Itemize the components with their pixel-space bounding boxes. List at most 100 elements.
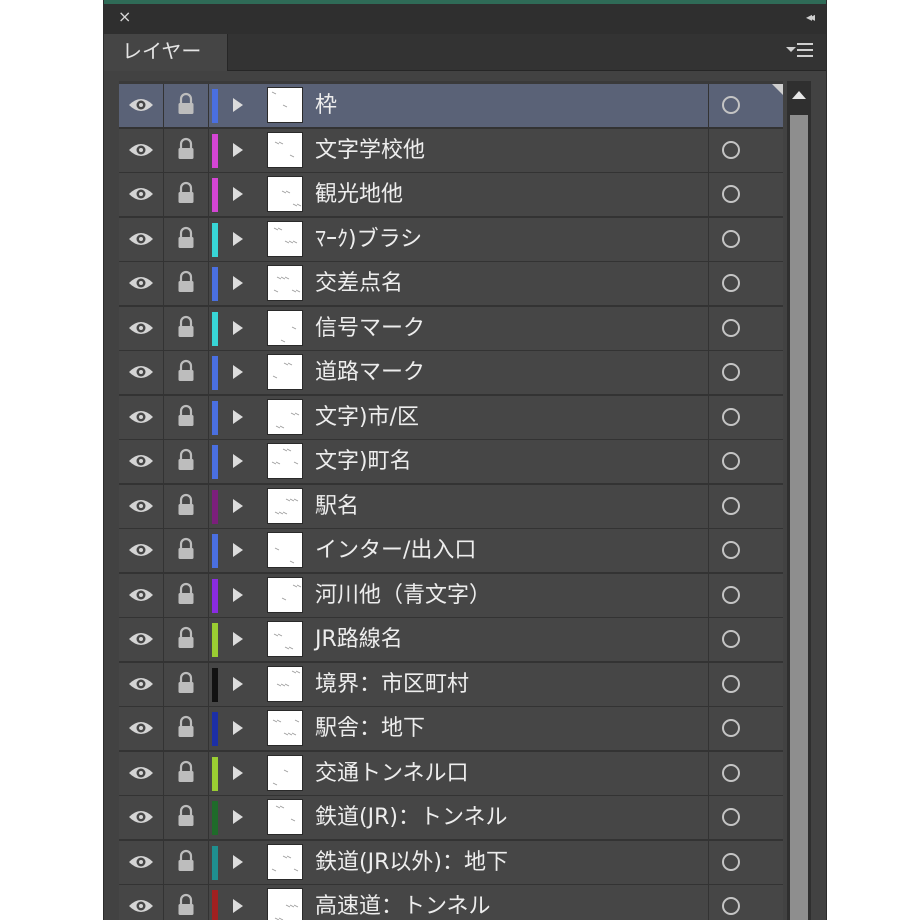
layer-name[interactable]: 駅名 [315,485,359,528]
layer-name[interactable]: 境界：市区町村 [315,663,469,706]
target-circle-icon[interactable] [722,719,740,737]
layer-name[interactable]: 鉄道(JR以外)：地下 [315,841,508,884]
disclosure-triangle-icon[interactable] [233,543,243,557]
target-circle-icon[interactable] [722,229,740,248]
layer-row[interactable]: 文字)町名 [119,440,783,485]
disclosure-triangle-icon[interactable] [233,231,243,246]
layer-row[interactable]: 駅名 [119,484,783,530]
lock-icon[interactable] [164,484,209,528]
eye-icon[interactable] [119,618,164,661]
eye-icon[interactable] [119,173,164,216]
layer-name[interactable]: JR路線名 [315,618,403,661]
disclosure-triangle-icon[interactable] [233,721,243,735]
eye-icon[interactable] [119,796,164,839]
target-circle-icon[interactable] [722,185,740,203]
layer-name[interactable]: 河川他（青文字） [315,574,491,617]
target-circle-icon[interactable] [722,496,740,515]
target-circle-icon[interactable] [722,763,740,782]
disclosure-triangle-icon[interactable] [233,454,243,468]
lock-icon[interactable] [164,84,209,127]
disclosure-triangle-icon[interactable] [233,899,243,913]
layer-name[interactable]: 観光地他 [315,173,403,216]
target-circle-icon[interactable] [722,897,740,915]
disclosure-triangle-icon[interactable] [233,320,243,335]
lock-icon[interactable] [164,173,209,216]
lock-icon[interactable] [164,217,209,261]
layer-name[interactable]: 信号マーク [315,307,425,350]
eye-icon[interactable] [119,395,164,439]
layer-row[interactable]: 文字)市/区 [119,395,783,441]
lock-icon[interactable] [164,573,209,617]
target-circle-icon[interactable] [722,140,740,159]
disclosure-triangle-icon[interactable] [233,409,243,424]
disclosure-triangle-icon[interactable] [233,810,243,824]
lock-icon[interactable] [164,618,209,661]
layer-name[interactable]: インター/出入口 [315,529,476,572]
layer-row[interactable]: ﾏｰｸ)ブラシ [119,217,783,263]
collapse-icon[interactable]: ◂◂ [806,8,815,26]
lock-icon[interactable] [164,885,209,920]
lock-icon[interactable] [164,262,209,305]
target-circle-icon[interactable] [722,274,740,292]
layer-row[interactable]: 信号マーク [119,306,783,352]
lock-icon[interactable] [164,351,209,394]
lock-icon[interactable] [164,796,209,839]
vertical-scrollbar[interactable] [787,81,811,920]
lock-icon[interactable] [164,128,209,172]
eye-icon[interactable] [119,707,164,750]
tab-layers[interactable]: レイヤー [104,34,228,71]
lock-icon[interactable] [164,440,209,483]
layer-name[interactable]: 交差点名 [315,262,403,305]
panel-titlebar[interactable]: × ◂◂ [104,4,826,34]
lock-icon[interactable] [164,707,209,750]
eye-icon[interactable] [119,662,164,706]
layer-name[interactable]: 文字)市/区 [315,396,419,439]
layer-name[interactable]: 文字)町名 [315,440,412,483]
lock-icon[interactable] [164,529,209,572]
disclosure-triangle-icon[interactable] [233,276,243,290]
lock-icon[interactable] [164,662,209,706]
layer-row[interactable]: 鉄道(JR以外)：地下 [119,840,783,886]
close-icon[interactable]: × [118,7,131,27]
target-circle-icon[interactable] [722,852,740,871]
eye-icon[interactable] [119,484,164,528]
eye-icon[interactable] [119,128,164,172]
layer-row[interactable]: 文字学校他 [119,128,783,174]
eye-icon[interactable] [119,751,164,795]
target-circle-icon[interactable] [722,318,740,337]
scroll-up-button[interactable] [787,81,811,111]
eye-icon[interactable] [119,529,164,572]
layer-row[interactable]: JR路線名 [119,618,783,663]
eye-icon[interactable] [119,351,164,394]
target-circle-icon[interactable] [722,674,740,693]
target-circle-icon[interactable] [722,808,740,826]
layer-name[interactable]: 文字学校他 [315,129,425,172]
eye-icon[interactable] [119,262,164,305]
layer-row[interactable]: 高速道：トンネル [119,885,783,920]
layer-name[interactable]: 道路マーク [315,351,425,394]
layer-name[interactable]: 交通トンネル口 [315,752,469,795]
layer-row[interactable]: 鉄道(JR)：トンネル [119,796,783,841]
layer-name[interactable]: 駅舎：地下 [315,707,425,750]
disclosure-triangle-icon[interactable] [233,587,243,602]
layer-row[interactable]: インター/出入口 [119,529,783,574]
eye-icon[interactable] [119,306,164,350]
target-circle-icon[interactable] [722,96,740,114]
target-circle-icon[interactable] [722,407,740,426]
target-circle-icon[interactable] [722,630,740,648]
target-circle-icon[interactable] [722,541,740,559]
layer-row[interactable]: 枠 [119,84,783,129]
layer-row[interactable]: 境界：市区町村 [119,662,783,708]
layer-name[interactable]: 枠 [315,84,337,127]
target-circle-icon[interactable] [722,452,740,470]
layer-row[interactable]: 交通トンネル口 [119,751,783,797]
eye-icon[interactable] [119,440,164,483]
layer-row[interactable]: 観光地他 [119,173,783,218]
disclosure-triangle-icon[interactable] [233,187,243,201]
lock-icon[interactable] [164,395,209,439]
panel-menu-icon[interactable] [786,39,814,63]
disclosure-triangle-icon[interactable] [233,632,243,646]
eye-icon[interactable] [119,84,164,127]
layer-name[interactable]: 鉄道(JR)：トンネル [315,796,508,839]
layer-row[interactable]: 駅舎：地下 [119,707,783,752]
